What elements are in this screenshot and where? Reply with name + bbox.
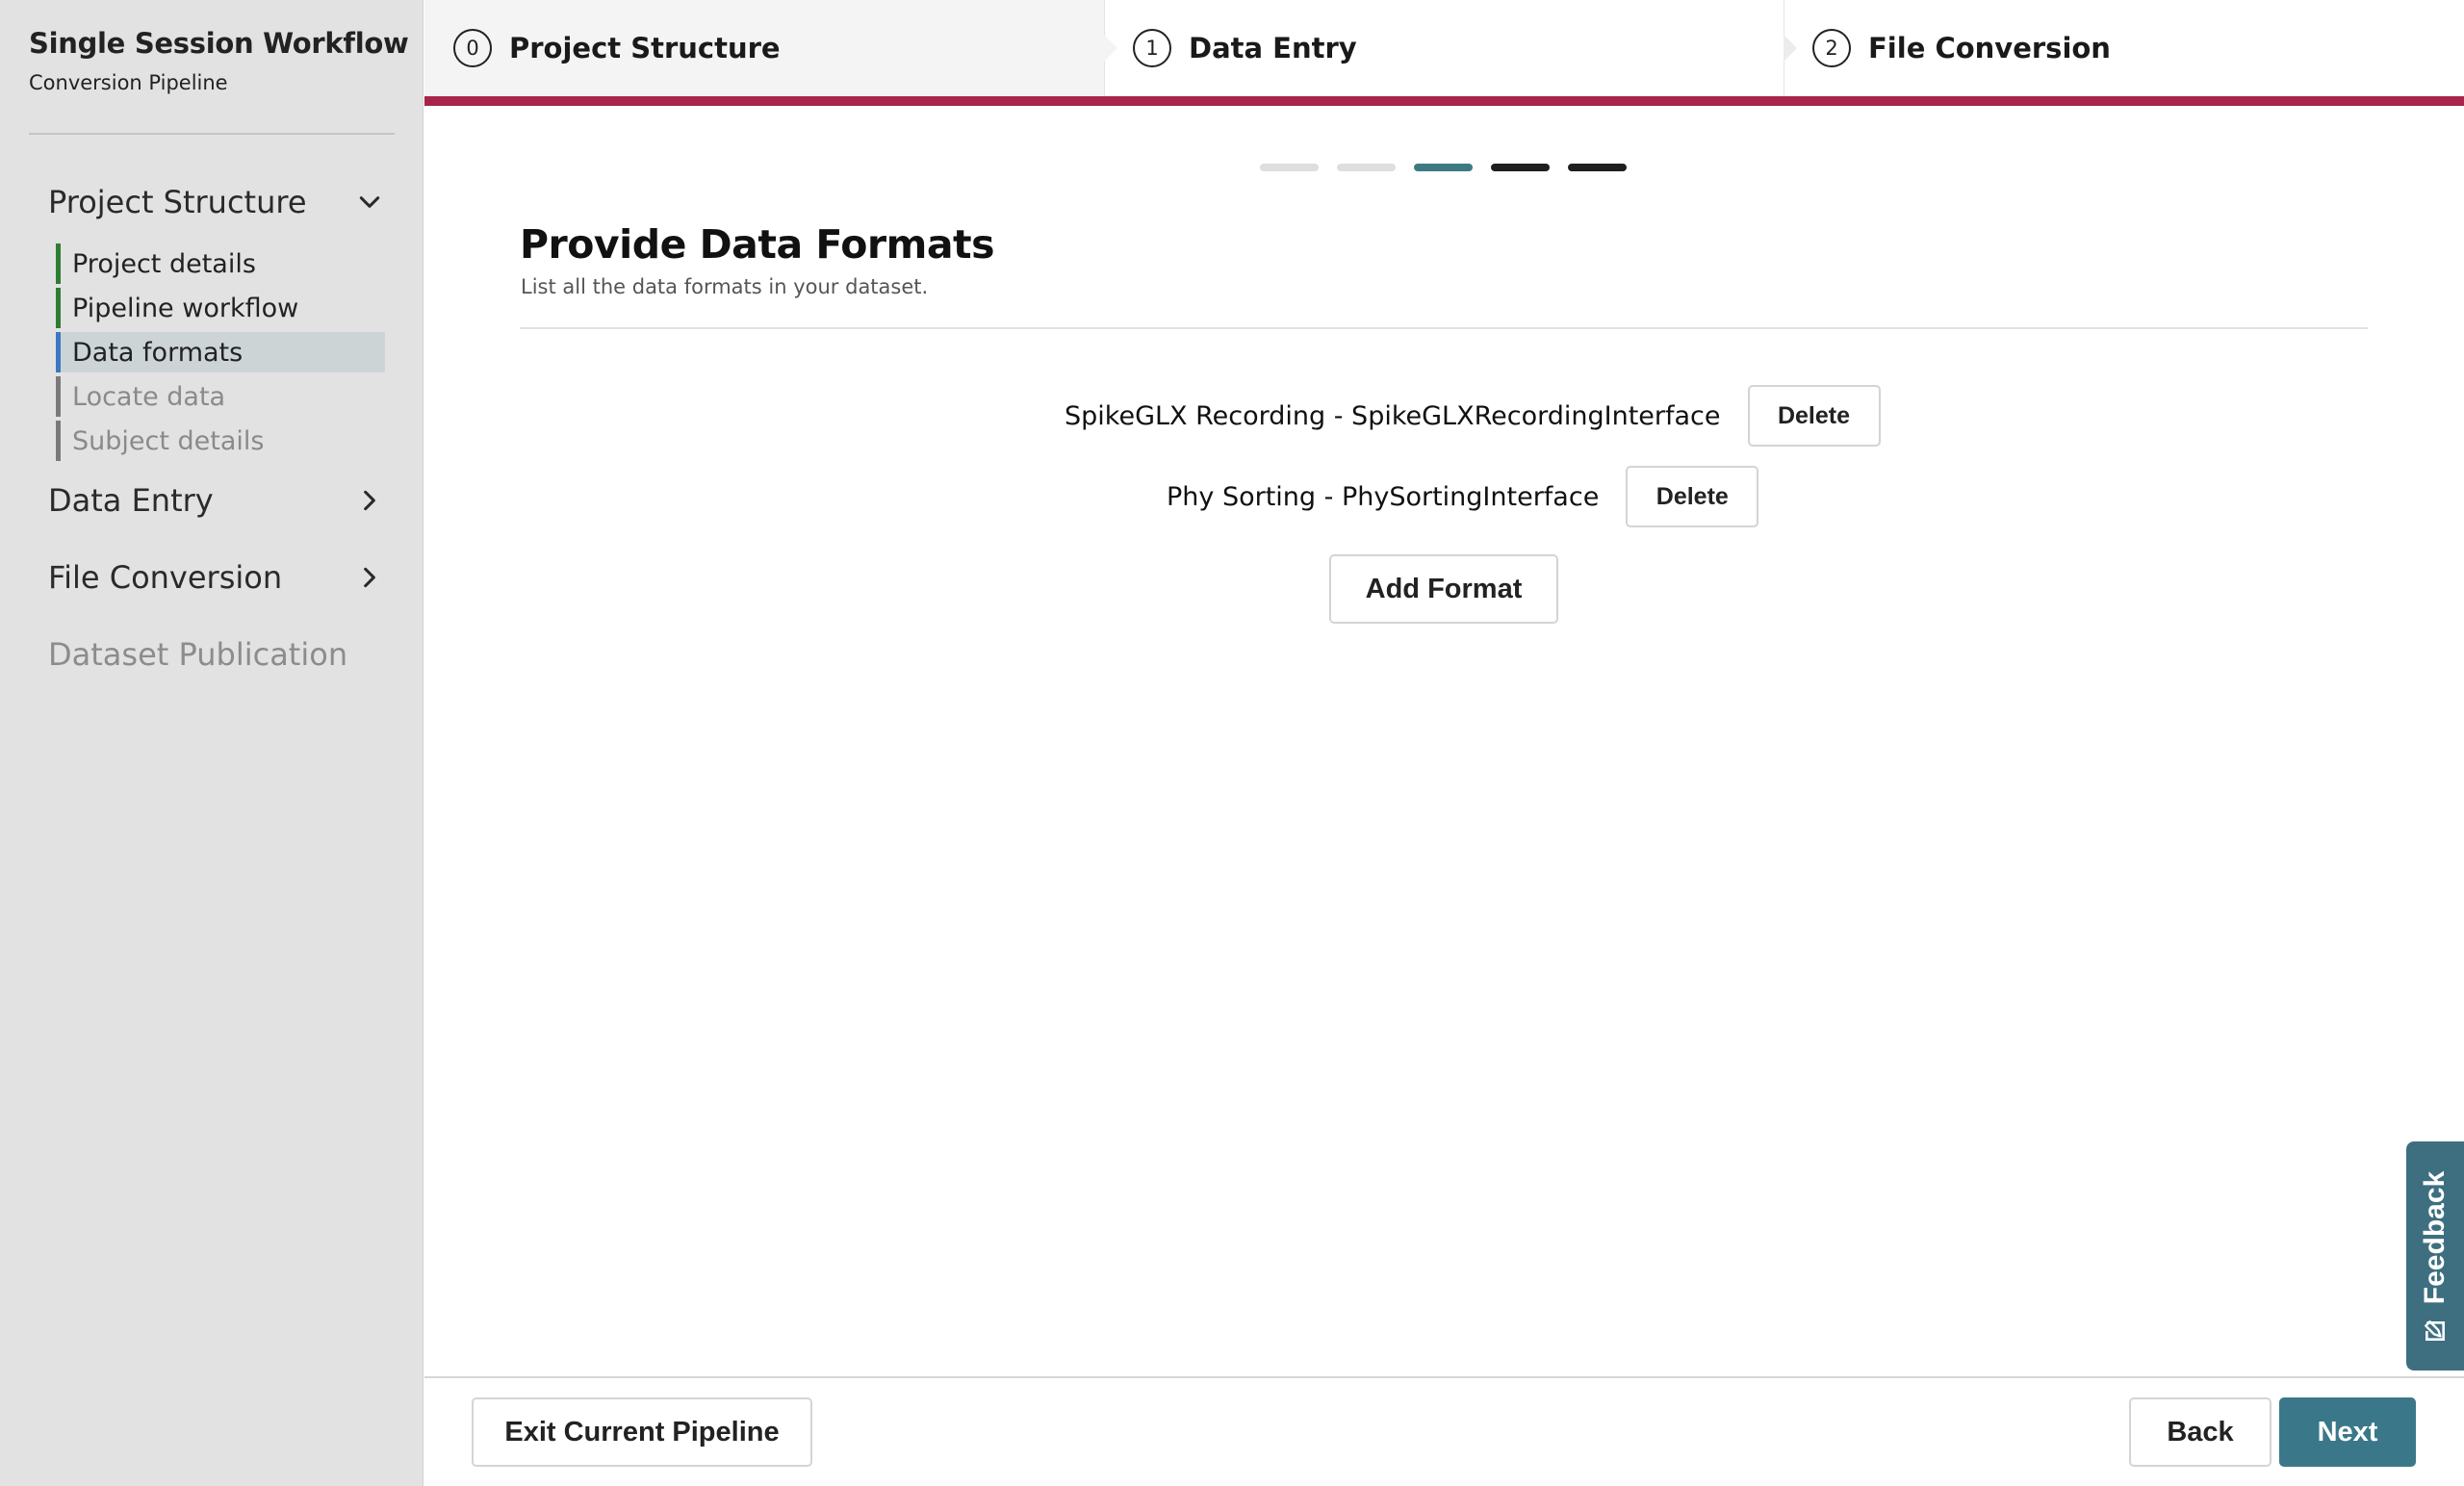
sidebar-section-file-conversion[interactable]: File Conversion [48, 551, 385, 604]
next-button[interactable]: Next [2279, 1397, 2416, 1467]
format-label: Phy Sorting - PhySortingInterface [1167, 481, 1600, 512]
sidebar-divider [29, 133, 395, 135]
step-data-entry[interactable]: 1 Data Entry [1104, 0, 1797, 96]
brand: Single Session Workflow Conversion Pipel… [29, 27, 409, 94]
app-subtitle: Conversion Pipeline [29, 71, 228, 94]
page-subtitle: List all the data formats in your datase… [521, 275, 929, 298]
sidebar-item-pipeline-workflow[interactable]: Pipeline workflow [56, 288, 385, 328]
back-button[interactable]: Back [2129, 1397, 2272, 1467]
step-label: File Conversion [1868, 32, 2111, 64]
sidebar-item-label: Subject details [72, 425, 265, 456]
sidebar-item-label: Pipeline workflow [72, 293, 299, 323]
exit-pipeline-button[interactable]: Exit Current Pipeline [472, 1397, 812, 1467]
format-row: Phy Sorting - PhySortingInterface Delete [1167, 466, 1759, 527]
sidebar-item-locate-data[interactable]: Locate data [56, 376, 385, 417]
progress-dots [1260, 164, 1645, 171]
sidebar-section-label: Data Entry [48, 482, 214, 519]
chevron-right-icon [354, 562, 385, 593]
progress-dot [1568, 164, 1627, 171]
sidebar: Single Session Workflow Conversion Pipel… [0, 0, 424, 1486]
chevron-down-icon [354, 187, 385, 218]
sidebar-item-project-details[interactable]: Project details [56, 243, 385, 284]
format-label: SpikeGLX Recording - SpikeGLXRecordingIn… [1065, 400, 1721, 431]
app-title: Single Session Workflow [29, 27, 409, 60]
sidebar-item-label: Project details [72, 248, 256, 279]
footer-divider [424, 1376, 2464, 1378]
format-row: SpikeGLX Recording - SpikeGLXRecordingIn… [1065, 385, 1881, 447]
step-label: Data Entry [1189, 32, 1357, 64]
sidebar-section-label: Project Structure [48, 184, 307, 220]
sidebar-section-project-structure[interactable]: Project Structure [48, 175, 385, 229]
sidebar-section-label: Dataset Publication [48, 636, 348, 673]
progress-dot [1491, 164, 1550, 171]
sidebar-item-label: Locate data [72, 381, 226, 412]
header-divider [520, 327, 2368, 329]
feedback-label: Feedback [2419, 1170, 2451, 1305]
step-number: 1 [1133, 29, 1171, 67]
feedback-tab[interactable]: Feedback [2406, 1141, 2464, 1371]
progress-dot [1414, 164, 1473, 171]
page-title: Provide Data Formats [520, 221, 995, 268]
step-file-conversion[interactable]: 2 File Conversion [1784, 0, 2464, 96]
sidebar-section-data-entry[interactable]: Data Entry [48, 474, 385, 527]
stepper: 0 Project Structure 1 Data Entry 2 File … [424, 0, 2464, 96]
chevron-right-icon [354, 485, 385, 516]
sidebar-section-label: File Conversion [48, 559, 283, 596]
step-project-structure[interactable]: 0 Project Structure [424, 0, 1117, 96]
step-number: 2 [1812, 29, 1851, 67]
progress-dot [1337, 164, 1396, 171]
sidebar-section-dataset-publication: Dataset Publication [48, 628, 385, 681]
delete-format-button[interactable]: Delete [1747, 385, 1881, 447]
sidebar-item-data-formats[interactable]: Data formats [56, 332, 385, 372]
step-label: Project Structure [509, 32, 781, 64]
edit-icon [2425, 1320, 2445, 1341]
stepper-accent-bar [424, 96, 2464, 106]
progress-dot [1260, 164, 1319, 171]
step-number: 0 [453, 29, 492, 67]
sidebar-item-label: Data formats [72, 337, 244, 368]
sidebar-item-subject-details[interactable]: Subject details [56, 421, 385, 461]
delete-format-button[interactable]: Delete [1626, 466, 1759, 527]
add-format-button[interactable]: Add Format [1329, 554, 1558, 624]
